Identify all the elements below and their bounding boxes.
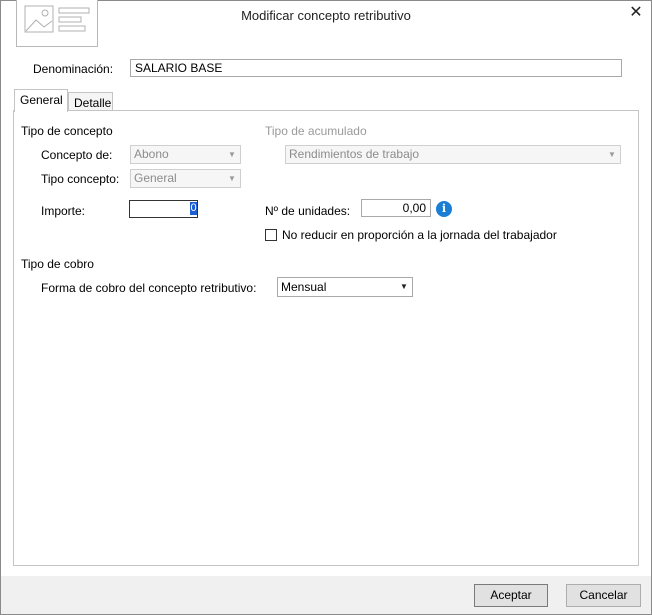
image-placeholder-icon xyxy=(24,5,90,33)
tipo-concepto-value: General xyxy=(134,171,177,185)
tipo-concepto-select[interactable]: General ▼ xyxy=(130,169,241,188)
dialog-title: Modificar concepto retributivo xyxy=(241,8,411,23)
importe-value: 0 xyxy=(190,202,197,215)
cancel-button[interactable]: Cancelar xyxy=(566,584,641,607)
chevron-down-icon: ▼ xyxy=(228,174,236,183)
denominacion-label: Denominación: xyxy=(33,62,114,76)
chevron-down-icon: ▼ xyxy=(228,150,236,159)
unidades-label: Nº de unidades: xyxy=(265,204,351,218)
importe-field[interactable] xyxy=(129,200,198,218)
forma-cobro-label: Forma de cobro del concepto retributivo: xyxy=(41,281,257,295)
forma-cobro-value: Mensual xyxy=(281,280,327,294)
concepto-de-select[interactable]: Abono ▼ xyxy=(130,145,241,164)
tipo-acumulado-heading: Tipo de acumulado xyxy=(265,124,367,138)
concepto-de-value: Abono xyxy=(134,147,169,161)
dialog-footer xyxy=(1,576,651,614)
close-icon[interactable]: ✕ xyxy=(626,3,646,23)
tab-general[interactable]: General xyxy=(14,89,68,112)
tipo-concepto-heading: Tipo de concepto xyxy=(21,124,113,138)
forma-cobro-select[interactable]: Mensual ▼ xyxy=(277,277,413,297)
tipo-acumulado-value: Rendimientos de trabajo xyxy=(289,147,420,161)
tab-detalle[interactable]: Detalle xyxy=(68,92,113,112)
tipo-concepto-label: Tipo concepto: xyxy=(41,172,120,186)
chevron-down-icon: ▼ xyxy=(608,150,616,159)
accept-button[interactable]: Aceptar xyxy=(474,584,548,607)
denominacion-field[interactable]: SALARIO BASE xyxy=(130,59,622,77)
tipo-cobro-heading: Tipo de cobro xyxy=(21,257,94,271)
no-reducir-checkbox[interactable] xyxy=(265,229,277,241)
no-reducir-label: No reducir en proporción a la jornada de… xyxy=(282,228,557,242)
unidades-field[interactable]: 0,00 xyxy=(361,199,431,217)
info-icon[interactable]: i xyxy=(436,201,452,217)
concepto-de-label: Concepto de: xyxy=(41,148,113,162)
tipo-acumulado-select[interactable]: Rendimientos de trabajo ▼ xyxy=(285,145,621,164)
importe-label: Importe: xyxy=(41,204,86,218)
chevron-down-icon: ▼ xyxy=(400,282,408,291)
